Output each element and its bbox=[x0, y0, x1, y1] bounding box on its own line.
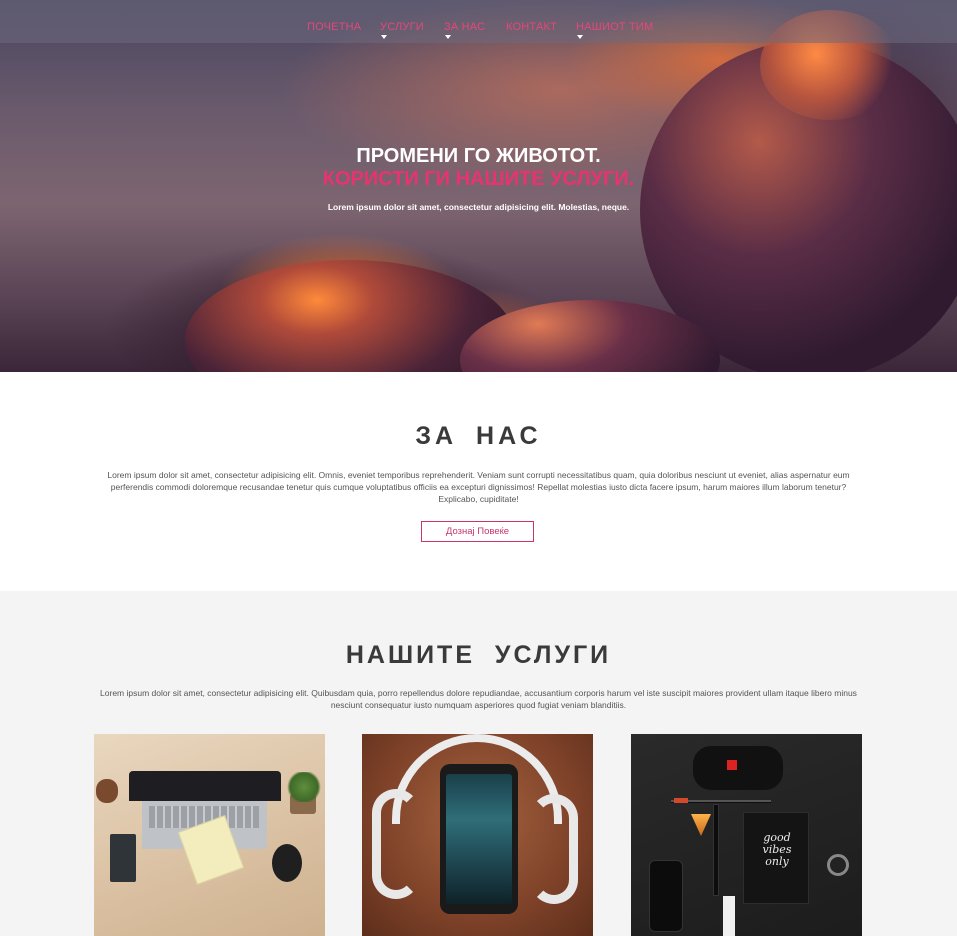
headphone-right-image bbox=[530, 794, 578, 904]
service-card-image-flatlay[interactable]: good vibes only bbox=[631, 734, 862, 936]
chevron-down-icon bbox=[445, 35, 451, 39]
services-text: Lorem ipsum dolor sit amet, consectetur … bbox=[100, 688, 857, 710]
figurine-image bbox=[96, 779, 118, 803]
nav-item-contact[interactable]: КОНТАКТ bbox=[506, 21, 557, 33]
hero-section: ПОЧЕТНА УСЛУГИ ЗА НАС КОНТАКТ НАШИОТ ТИМ… bbox=[0, 0, 957, 372]
hero-text: Lorem ipsum dolor sit amet, consectetur … bbox=[327, 202, 630, 212]
hero-title: ПРОМЕНИ ГО ЖИВОТОТ. bbox=[356, 145, 601, 167]
service-card-image-laptop[interactable] bbox=[94, 734, 325, 936]
plant-image bbox=[286, 772, 322, 802]
fan-brush-image bbox=[691, 814, 711, 836]
about-text: Lorem ipsum dolor sit amet, consectetur … bbox=[107, 470, 850, 504]
services-section: НАШИТЕ УСЛУГИ Lorem ipsum dolor sit amet… bbox=[0, 591, 957, 936]
service-card-image-phone[interactable] bbox=[362, 734, 593, 936]
nav-item-services[interactable]: УСЛУГИ bbox=[380, 21, 424, 33]
chevron-down-icon bbox=[381, 35, 387, 39]
nav-item-home[interactable]: ПОЧЕТНА bbox=[307, 21, 361, 33]
calculator-image bbox=[110, 834, 136, 882]
tube-image bbox=[723, 896, 735, 936]
about-title: ЗА НАС bbox=[415, 422, 542, 450]
nav-item-about[interactable]: ЗА НАС bbox=[444, 21, 485, 33]
pen-image bbox=[713, 804, 719, 896]
speaker-image bbox=[693, 746, 783, 790]
brush-tip-image bbox=[674, 798, 688, 803]
phone-screen-image bbox=[446, 774, 512, 904]
notebook-lettering: good vibes only bbox=[762, 831, 792, 868]
about-section: ЗА НАС Lorem ipsum dolor sit amet, conse… bbox=[0, 372, 957, 591]
mouse-image bbox=[272, 844, 302, 882]
services-title: НАШИТЕ УСЛУГИ bbox=[345, 641, 612, 669]
laptop-image bbox=[129, 771, 281, 801]
chevron-down-icon bbox=[577, 35, 583, 39]
hero-subtitle: КОРИСТИ ГИ НАШИТЕ УСЛУГИ. bbox=[322, 168, 635, 190]
headphone-left-image bbox=[372, 789, 420, 899]
phone-image bbox=[649, 860, 683, 932]
nav-item-team[interactable]: НАШИОТ ТИМ bbox=[576, 21, 653, 33]
watch-image bbox=[827, 854, 849, 876]
learn-more-button[interactable]: Дознај Повеќе bbox=[421, 521, 534, 542]
main-nav: ПОЧЕТНА УСЛУГИ ЗА НАС КОНТАКТ НАШИОТ ТИМ bbox=[0, 21, 957, 39]
speaker-logo-image bbox=[727, 760, 737, 770]
